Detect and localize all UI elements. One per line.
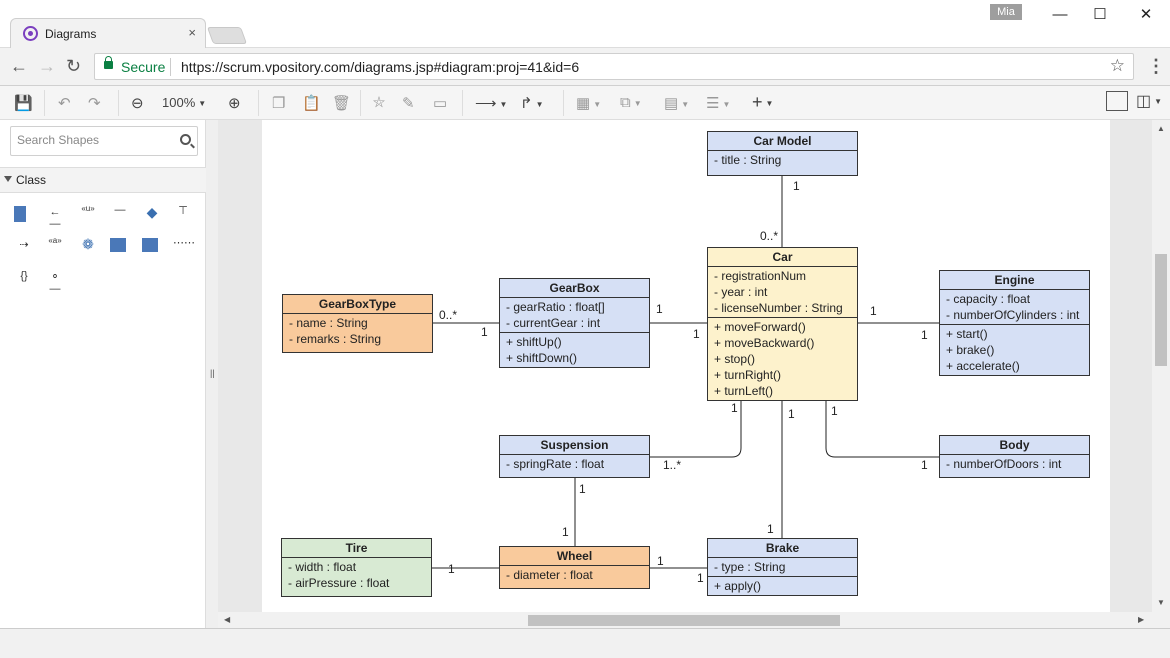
class-brake[interactable]: Brake - type : String + apply()	[707, 538, 858, 596]
operation: + stop()	[714, 352, 756, 366]
multiplicity-label: 1	[731, 401, 738, 415]
operation: + turnRight()	[714, 368, 782, 382]
class-body[interactable]: Body - numberOfDoors : int	[939, 435, 1090, 478]
attribute: - remarks : String	[289, 332, 382, 346]
vertical-scrollbar[interactable]: ▲ ▼	[1152, 120, 1170, 614]
multiplicity-label: 0..*	[760, 229, 779, 243]
scroll-down-icon[interactable]: ▼	[1157, 598, 1165, 607]
attribute: - diameter : float	[506, 568, 593, 582]
class-tire[interactable]: Tire - width : float - airPressure : flo…	[281, 538, 432, 597]
class-wheel[interactable]: Wheel - diameter : float	[499, 546, 650, 589]
multiplicity-label: 1	[481, 325, 488, 339]
operation: + brake()	[946, 343, 995, 357]
connector-car-body[interactable]	[825, 401, 939, 458]
operation: + moveForward()	[714, 320, 806, 334]
class-suspension[interactable]: Suspension - springRate : float	[499, 435, 650, 478]
attribute: - width : float	[288, 560, 357, 574]
class-name: Car Model	[708, 132, 857, 151]
attribute: - registrationNum	[714, 269, 807, 283]
horizontal-scroll-thumb[interactable]	[528, 615, 840, 626]
multiplicity-label: 1	[793, 179, 800, 193]
attribute: - title : String	[714, 153, 782, 167]
horizontal-scrollbar[interactable]: ◀ ▶	[218, 612, 1152, 628]
attribute: - airPressure : float	[288, 576, 390, 590]
class-name: Suspension	[500, 436, 649, 455]
class-car[interactable]: Car - registrationNum - year : int - lic…	[707, 247, 858, 401]
attribute: - numberOfCylinders : int	[946, 308, 1080, 322]
connector-car-suspension[interactable]	[650, 401, 742, 458]
multiplicity-label: 1	[562, 525, 569, 539]
multiplicity-label: 1	[921, 328, 928, 342]
vertical-scroll-thumb[interactable]	[1155, 254, 1167, 366]
class-name: Car	[708, 248, 857, 267]
multiplicity-label: 1	[693, 327, 700, 341]
class-gearbox[interactable]: GearBox - gearRatio : float[] - currentG…	[499, 278, 650, 368]
attribute: - year : int	[714, 285, 768, 299]
multiplicity-label: 1	[921, 458, 928, 472]
scroll-right-icon[interactable]: ▶	[1138, 615, 1144, 624]
operation: + shiftUp()	[506, 335, 562, 349]
class-engine[interactable]: Engine - capacity : float - numberOfCyli…	[939, 270, 1090, 376]
operation: + shiftDown()	[506, 351, 578, 365]
class-car-model[interactable]: Car Model - title : String	[707, 131, 858, 176]
operation: + moveBackward()	[714, 336, 815, 350]
operation: + accelerate()	[946, 359, 1020, 373]
multiplicity-label: 0..*	[439, 308, 458, 322]
attribute: - springRate : float	[506, 457, 605, 471]
operation: + turnLeft()	[714, 384, 774, 398]
multiplicity-label: 1	[767, 522, 774, 536]
class-name: GearBox	[500, 279, 649, 298]
class-name: Wheel	[500, 547, 649, 566]
multiplicity-label: 1	[870, 304, 877, 318]
multiplicity-label: 1	[831, 404, 838, 418]
scroll-left-icon[interactable]: ◀	[224, 615, 230, 624]
attribute: - type : String	[714, 560, 786, 574]
multiplicity-label: 1	[788, 407, 795, 421]
status-bar	[0, 628, 1170, 658]
multiplicity-label: 1	[656, 302, 663, 316]
class-name: GearBoxType	[283, 295, 432, 314]
attribute: - licenseNumber : String	[714, 301, 843, 315]
multiplicity-label: 1	[697, 571, 704, 585]
attribute: - capacity : float	[946, 292, 1031, 306]
attribute: - name : String	[289, 316, 368, 330]
class-name: Brake	[708, 539, 857, 558]
multiplicity-label: 1..*	[663, 458, 682, 472]
multiplicity-label: 1	[579, 482, 586, 496]
operation: + apply()	[714, 579, 762, 593]
multiplicity-label: 1	[448, 562, 455, 576]
attribute: - gearRatio : float[]	[506, 300, 605, 314]
attribute: - currentGear : int	[506, 316, 601, 330]
class-name: Tire	[282, 539, 431, 558]
scroll-up-icon[interactable]: ▲	[1157, 124, 1165, 133]
class-name: Engine	[940, 271, 1089, 290]
class-gearboxtype[interactable]: GearBoxType - name : String - remarks : …	[282, 294, 433, 353]
attribute: - numberOfDoors : int	[946, 457, 1062, 471]
class-name: Body	[940, 436, 1089, 455]
multiplicity-label: 1	[657, 554, 664, 568]
operation: + start()	[946, 327, 988, 341]
